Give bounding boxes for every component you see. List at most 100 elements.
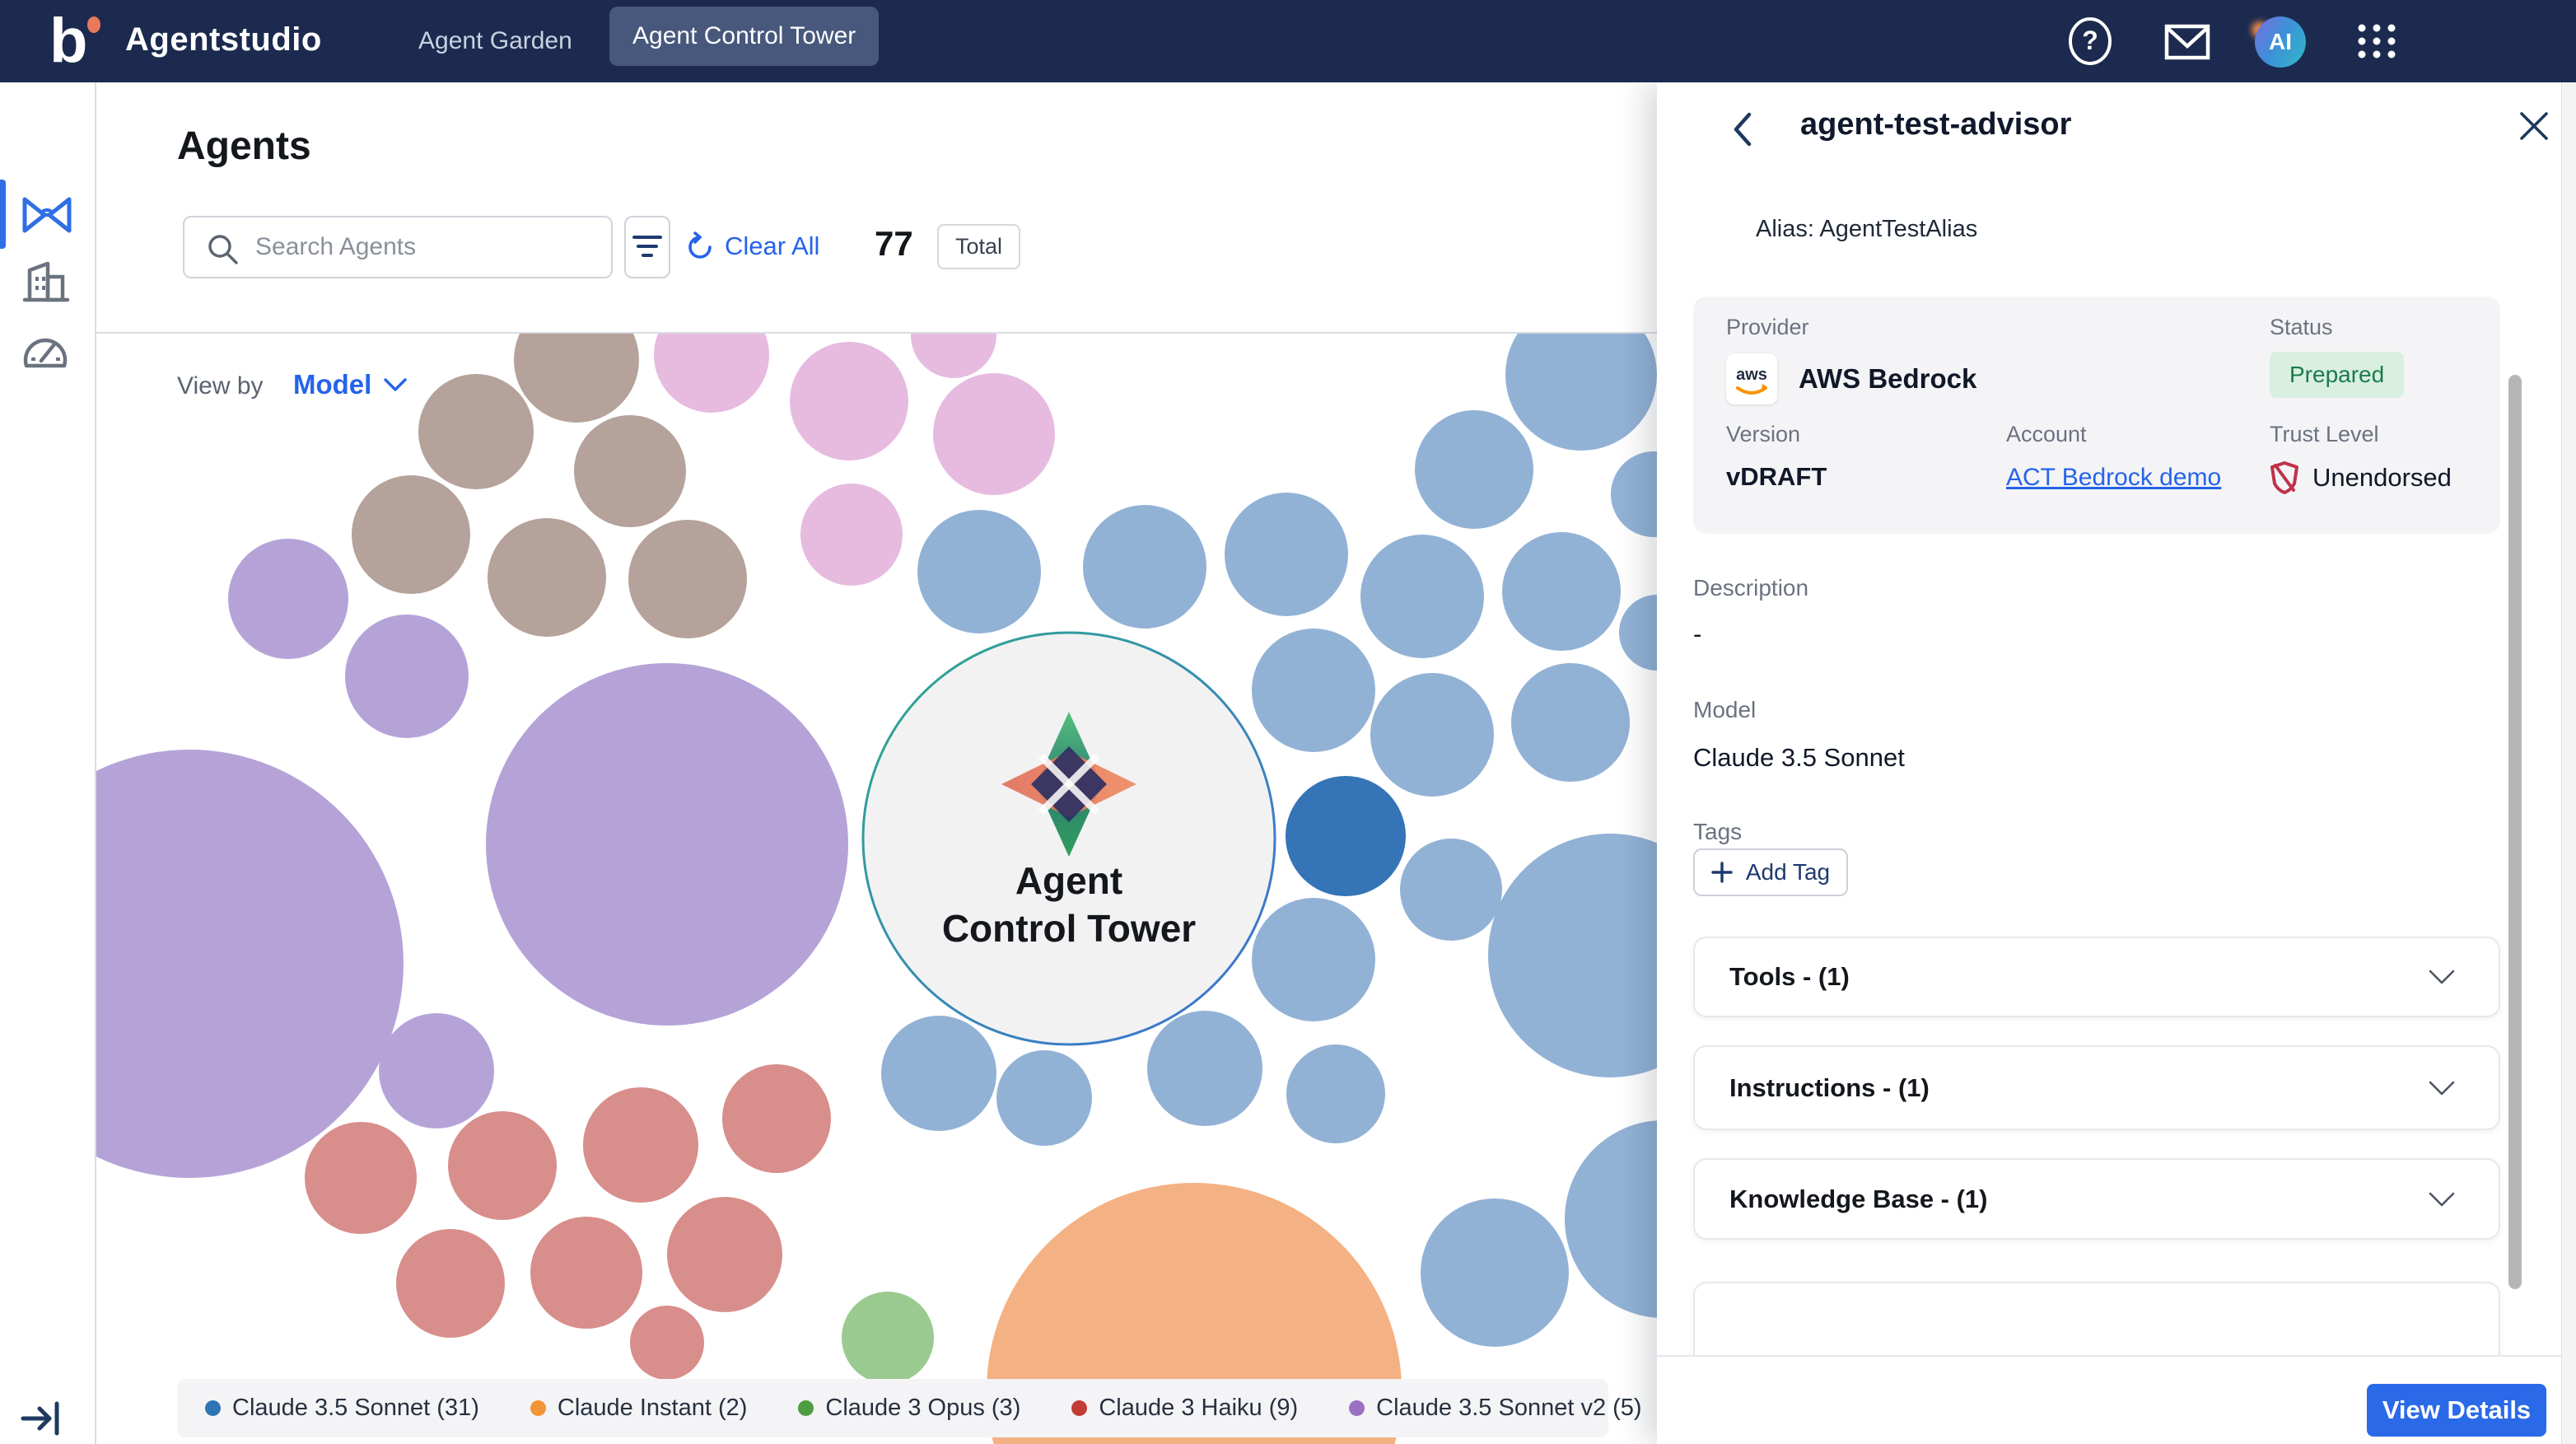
chevron-left-icon [1726,110,1759,148]
agent-bubble[interactable] [1421,1199,1569,1347]
sidebar-item-agents[interactable] [20,188,74,242]
refresh-icon [685,231,715,262]
section-card-partial[interactable] [1693,1282,2500,1355]
agent-bubble[interactable] [1286,1044,1385,1143]
agent-bubble[interactable] [396,1229,505,1338]
apps-grid-button[interactable] [2352,16,2401,66]
legend-item[interactable]: Claude Instant (2) [530,1395,748,1422]
legend-item[interactable]: Claude 3 Opus (3) [798,1395,1020,1422]
version-label: Version [1726,422,1827,447]
agent-bubble[interactable] [1502,532,1621,651]
agent-bubble[interactable] [630,1306,704,1380]
agent-bubble[interactable] [1252,629,1375,752]
agent-bubble[interactable] [881,1016,996,1131]
agent-bubble[interactable] [228,539,348,659]
filter-button[interactable] [624,216,670,278]
agent-bubble[interactable] [1252,898,1375,1021]
agent-bubble[interactable] [654,332,769,413]
agent-bubble[interactable] [305,1122,417,1234]
legend-dot [1071,1400,1087,1416]
shield-slash-icon [2270,460,2299,495]
agent-bubble[interactable] [448,1111,557,1220]
add-tag-button[interactable]: Add Tag [1693,848,1848,896]
agent-bubble[interactable] [722,1064,831,1173]
back-button[interactable] [1726,110,1759,148]
agent-bubble[interactable] [790,342,908,460]
sidebar-item-dashboard[interactable] [20,326,74,381]
account-link[interactable]: ACT Bedrock demo [2006,464,2221,492]
agent-bubble[interactable] [933,373,1055,495]
center-node[interactable]: Agent Control Tower [863,633,1275,1044]
agent-bubble[interactable] [1400,839,1502,941]
brand-logo[interactable]: b [49,12,109,71]
agent-bubble[interactable] [1083,505,1206,629]
agent-bubble[interactable] [345,615,469,738]
agent-bubble[interactable] [574,415,686,527]
agent-bubble[interactable] [800,484,903,586]
status-badge: Prepared [2270,352,2404,398]
agent-bubble[interactable] [488,518,606,637]
agent-bubble[interactable] [996,1050,1092,1146]
agent-bubble[interactable] [1415,410,1533,529]
agent-bubble[interactable] [352,475,470,594]
agent-bubble[interactable] [1147,1011,1262,1126]
agent-bubble[interactable] [917,510,1041,633]
window-scrollbar[interactable] [2561,82,2576,1444]
agent-bubble[interactable] [1370,673,1494,797]
agent-bubble[interactable] [530,1217,642,1329]
clear-all-button[interactable]: Clear All [685,231,819,262]
sidebar-item-organization[interactable] [20,257,74,311]
view-details-button[interactable]: View Details [2367,1384,2546,1437]
section-instructions[interactable]: Instructions - (1) [1693,1045,2500,1130]
close-button[interactable] [2517,109,2551,143]
view-by-dropdown[interactable]: Model [293,369,408,400]
tab-agent-control-tower[interactable]: Agent Control Tower [609,7,879,66]
help-button[interactable]: ? [2065,16,2115,66]
agent-bubble[interactable] [514,332,639,423]
tab-agent-garden[interactable]: Agent Garden [395,0,595,82]
agent-bubble[interactable] [1225,493,1348,616]
agent-bubble[interactable] [1360,535,1484,658]
agent-bubble[interactable] [1505,332,1657,451]
svg-text:?: ? [2082,26,2098,55]
legend-item[interactable]: Claude 3 Haiku (9) [1071,1395,1298,1422]
agent-bubble[interactable] [379,1013,494,1129]
agent-bubble[interactable] [628,520,747,638]
agent-bubble[interactable] [583,1087,698,1203]
total-chip: Total [937,224,1020,269]
panel-scrollbar[interactable] [2508,375,2522,1289]
user-avatar[interactable]: AI [2255,16,2304,66]
provider-cell: Provider aws AWS Bedrock [1726,315,1976,404]
search-input[interactable] [255,217,601,277]
svg-text:aws: aws [1736,366,1767,384]
description-label: Description [1693,575,1808,601]
panel-title: agent-test-advisor [1800,107,2071,143]
status-label: Status [2270,315,2404,340]
search-icon [206,232,240,267]
legend-dot [205,1400,221,1416]
chevron-down-icon [2428,1191,2456,1208]
legend-dot [530,1400,546,1416]
building-icon [20,257,71,308]
agent-bubble[interactable] [842,1292,934,1384]
legend-item[interactable]: Claude 3.5 Sonnet v2 (5) [1349,1395,1641,1422]
agent-bubble[interactable] [1511,663,1630,782]
legend-label: Claude Instant (2) [558,1395,748,1422]
top-navbar: b Agentstudio Agent Garden Agent Control… [0,0,2576,82]
center-node-label-line2: Control Tower [942,907,1196,950]
section-tools[interactable]: Tools - (1) [1693,937,2500,1017]
agent-bubble[interactable] [911,332,996,378]
agent-bubble[interactable] [418,374,534,489]
panel-footer: View Details [1657,1355,2576,1444]
trust-level-label: Trust Level [2270,422,2452,447]
center-node-label-line1: Agent [1015,859,1122,902]
agent-bubble[interactable] [667,1197,782,1312]
agents-bowtie-icon [20,188,74,242]
legend-item[interactable]: Claude 3.5 Sonnet (31) [205,1395,479,1422]
sidebar-expand-button[interactable] [20,1394,74,1444]
section-knowledge-base[interactable]: Knowledge Base - (1) [1693,1158,2500,1240]
mail-button[interactable] [2163,16,2212,66]
provider-value: AWS Bedrock [1799,363,1976,395]
agent-bubble[interactable] [1286,776,1406,896]
agent-bubble[interactable] [486,663,848,1026]
